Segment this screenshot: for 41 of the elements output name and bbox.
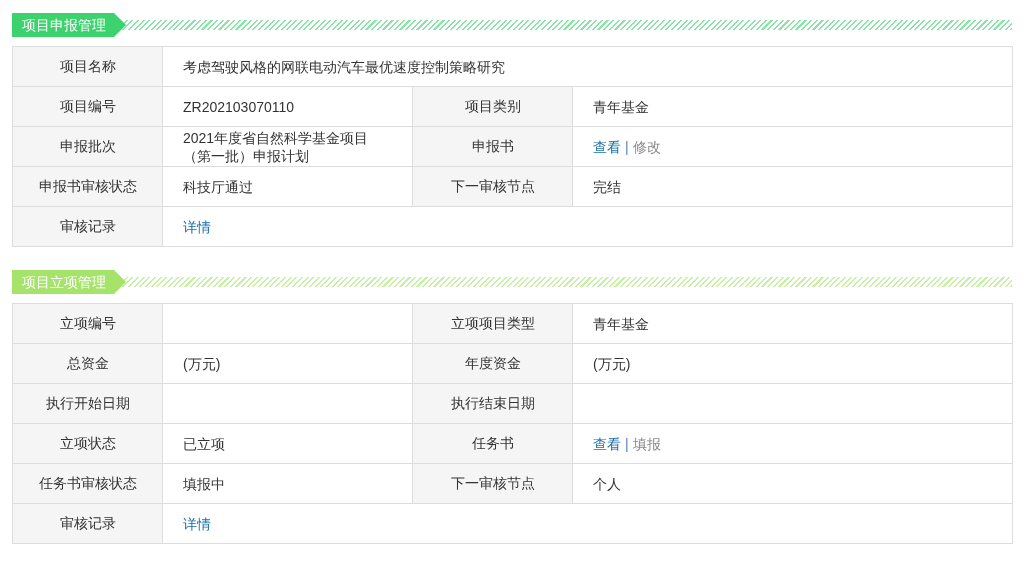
- field-value: 完结: [593, 178, 621, 195]
- link[interactable]: 详情: [183, 515, 211, 532]
- field-label: 执行开始日期: [12, 383, 163, 424]
- field-value: ZR202103070110: [183, 98, 295, 115]
- field-label: 审核记录: [12, 503, 163, 544]
- field-value: 考虑驾驶风格的网联电动汽车最优速度控制策略研究: [183, 58, 505, 75]
- field-label: 项目类别: [412, 86, 573, 127]
- section-title: 项目申报管理: [12, 13, 126, 37]
- separator: |: [625, 435, 629, 452]
- field-label: 审核记录: [12, 206, 163, 247]
- field-label: 立项状态: [12, 423, 163, 464]
- field-label: 年度资金: [412, 343, 573, 384]
- link[interactable]: 修改: [632, 138, 661, 155]
- field-label: 申报书: [412, 126, 573, 167]
- field-value: 青年基金: [593, 98, 649, 115]
- field-label: 项目名称: [12, 46, 163, 87]
- field-label: 下一审核节点: [412, 463, 573, 504]
- link[interactable]: 查看: [593, 435, 621, 452]
- link[interactable]: 查看: [593, 138, 621, 155]
- field-value: 2021年度省自然科学基金项目（第一批）申报计划: [183, 129, 369, 164]
- field-value: (万元): [593, 355, 631, 372]
- field-value: 已立项: [183, 435, 225, 452]
- field-value: 个人: [593, 475, 621, 492]
- field-label: 任务书: [412, 423, 573, 464]
- field-value: 填报中: [183, 475, 225, 492]
- field-value: (万元): [183, 355, 221, 372]
- section-title: 项目立项管理: [12, 270, 126, 294]
- field-label: 申报批次: [12, 126, 163, 167]
- link[interactable]: 详情: [183, 218, 211, 235]
- link[interactable]: 填报: [632, 435, 661, 452]
- field-value: 科技厅通过: [183, 178, 253, 195]
- field-label: 执行结束日期: [412, 383, 573, 424]
- field-label: 立项编号: [12, 303, 163, 344]
- separator: |: [625, 138, 629, 155]
- field-label: 项目编号: [12, 86, 163, 127]
- field-label: 下一审核节点: [412, 166, 573, 207]
- field-label: 申报书审核状态: [12, 166, 163, 207]
- field-label: 立项项目类型: [412, 303, 573, 344]
- field-label: 总资金: [12, 343, 163, 384]
- field-label: 任务书审核状态: [12, 463, 163, 504]
- field-value: 青年基金: [593, 315, 649, 332]
